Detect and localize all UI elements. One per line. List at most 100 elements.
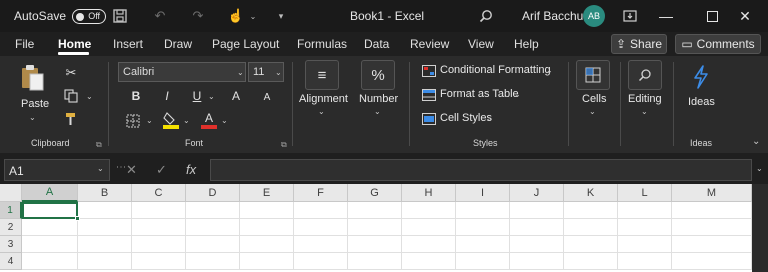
alignment-chevron-icon[interactable]: ⌄ [318, 107, 325, 116]
cell-j1[interactable] [510, 202, 564, 219]
decrease-font-size-button[interactable]: A [260, 90, 274, 104]
cell-l1[interactable] [618, 202, 672, 219]
paste-label[interactable]: Paste [21, 98, 49, 110]
enter-entry-icon[interactable]: ✓ [156, 162, 167, 178]
conditional-formatting-chevron-icon[interactable]: ⌄ [546, 66, 553, 75]
column-header-j[interactable]: J [510, 184, 564, 202]
cell-d3[interactable] [186, 236, 240, 253]
cell-f2[interactable] [294, 219, 348, 236]
cell-c3[interactable] [132, 236, 186, 253]
font-size-select[interactable]: 11 ⌄ [248, 62, 284, 82]
cell-d4[interactable] [186, 253, 240, 270]
conditional-formatting-icon[interactable] [422, 65, 436, 77]
name-box[interactable]: A1 ⌄ [4, 159, 110, 181]
bold-button[interactable]: B [129, 89, 143, 103]
cell-i4[interactable] [456, 253, 510, 270]
format-as-table-chevron-icon[interactable]: ⌄ [514, 90, 521, 99]
customize-toolbar-icon[interactable]: ▾ [273, 8, 289, 24]
cell-m2[interactable] [672, 219, 752, 236]
column-header-i[interactable]: I [456, 184, 510, 202]
cell-m3[interactable] [672, 236, 752, 253]
cell-c4[interactable] [132, 253, 186, 270]
cell-k4[interactable] [564, 253, 618, 270]
copy-chevron-icon[interactable]: ⌄ [86, 92, 93, 101]
cell-c2[interactable] [132, 219, 186, 236]
share-button[interactable]: ⇪ Share [611, 34, 667, 54]
fill-color-icon[interactable] [163, 111, 179, 129]
ribbon-display-options-icon[interactable] [622, 8, 638, 24]
cell-d2[interactable] [186, 219, 240, 236]
tab-home[interactable]: Home [58, 37, 91, 51]
fill-color-chevron-icon[interactable]: ⌄ [183, 116, 190, 125]
font-color-chevron-icon[interactable]: ⌄ [221, 116, 228, 125]
vertical-scrollbar[interactable] [752, 184, 768, 272]
row-header-3[interactable]: 3 [0, 236, 22, 253]
font-launcher-icon[interactable]: ⧉ [281, 140, 287, 150]
column-header-f[interactable]: F [294, 184, 348, 202]
cell-k3[interactable] [564, 236, 618, 253]
touch-mode-icon[interactable]: ☝ [228, 8, 244, 24]
tab-insert[interactable]: Insert [113, 37, 143, 51]
minimize-icon[interactable]: — [643, 0, 689, 32]
number-label[interactable]: Number [359, 93, 398, 105]
cell-h1[interactable] [402, 202, 456, 219]
tab-data[interactable]: Data [364, 37, 389, 51]
font-name-select[interactable]: Calibri ⌄ [118, 62, 246, 82]
column-header-b[interactable]: B [78, 184, 132, 202]
cells-label[interactable]: Cells [582, 93, 606, 105]
tab-draw[interactable]: Draw [164, 37, 192, 51]
cell-h3[interactable] [402, 236, 456, 253]
active-cell[interactable] [22, 202, 78, 219]
cell-m4[interactable] [672, 253, 752, 270]
cell-l3[interactable] [618, 236, 672, 253]
cell-m1[interactable] [672, 202, 752, 219]
underline-button[interactable]: U [190, 89, 204, 103]
column-header-m[interactable]: M [672, 184, 752, 202]
tab-review[interactable]: Review [410, 37, 449, 51]
font-color-icon[interactable]: A [201, 111, 217, 129]
format-painter-icon[interactable] [63, 111, 79, 127]
italic-button[interactable]: I [160, 89, 174, 103]
cell-e4[interactable] [240, 253, 294, 270]
cut-icon[interactable]: ✂ [63, 65, 79, 81]
column-header-a[interactable]: A [22, 184, 78, 202]
cell-j4[interactable] [510, 253, 564, 270]
cell-l4[interactable] [618, 253, 672, 270]
cell-g3[interactable] [348, 236, 402, 253]
cell-d1[interactable] [186, 202, 240, 219]
formula-bar-resize-handle[interactable]: ⋮ [115, 162, 126, 173]
cell-j2[interactable] [510, 219, 564, 236]
cell-g1[interactable] [348, 202, 402, 219]
cell-b2[interactable] [78, 219, 132, 236]
cell-a2[interactable] [22, 219, 78, 236]
cells-icon[interactable] [576, 60, 610, 90]
undo-icon[interactable]: ↶ [152, 8, 168, 24]
format-as-table-label[interactable]: Format as Table [440, 88, 519, 100]
alignment-label[interactable]: Alignment [299, 93, 348, 105]
cell-c1[interactable] [132, 202, 186, 219]
column-header-c[interactable]: C [132, 184, 186, 202]
editing-icon[interactable] [628, 60, 662, 90]
cancel-entry-icon[interactable]: ✕ [126, 162, 137, 178]
cell-h2[interactable] [402, 219, 456, 236]
comments-button[interactable]: ▭ Comments [675, 34, 761, 54]
conditional-formatting-label[interactable]: Conditional Formatting [440, 64, 551, 76]
column-header-h[interactable]: H [402, 184, 456, 202]
format-as-table-icon[interactable] [422, 89, 436, 101]
cell-k2[interactable] [564, 219, 618, 236]
ideas-icon[interactable] [690, 64, 712, 90]
cell-e3[interactable] [240, 236, 294, 253]
borders-icon[interactable] [125, 113, 141, 129]
cell-styles-icon[interactable] [422, 113, 436, 125]
insert-function-icon[interactable]: fx [186, 162, 196, 177]
clipboard-launcher-icon[interactable]: ⧉ [96, 140, 102, 150]
cell-f1[interactable] [294, 202, 348, 219]
cell-e1[interactable] [240, 202, 294, 219]
cell-f4[interactable] [294, 253, 348, 270]
autosave-toggle[interactable]: Off [72, 8, 107, 24]
borders-chevron-icon[interactable]: ⌄ [146, 116, 153, 125]
search-icon[interactable] [478, 8, 494, 24]
cell-e2[interactable] [240, 219, 294, 236]
cell-a4[interactable] [22, 253, 78, 270]
expand-formula-bar-icon[interactable]: ⌄ [756, 164, 763, 173]
